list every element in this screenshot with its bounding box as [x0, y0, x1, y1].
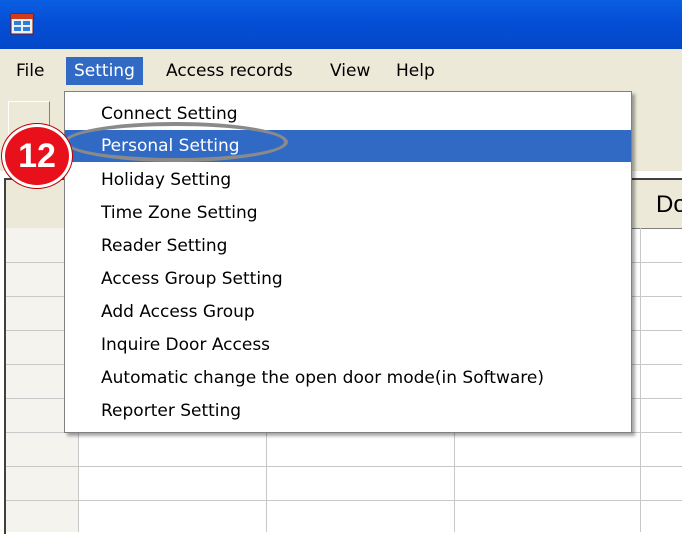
menu-item-access-group-setting[interactable]: Access Group Setting — [65, 263, 631, 295]
step-number-badge: 12 — [2, 124, 72, 188]
title-bar — [0, 0, 682, 49]
menu-item-reader-setting[interactable]: Reader Setting — [65, 230, 631, 262]
menu-item-reporter-setting[interactable]: Reporter Setting — [65, 395, 631, 427]
menu-item-inquire-door-access[interactable]: Inquire Door Access — [65, 329, 631, 361]
menu-item-personal-setting[interactable]: Personal Setting — [65, 130, 631, 162]
menu-access-records[interactable]: Access records — [158, 57, 301, 85]
menu-item-automatic-open-door-mode[interactable]: Automatic change the open door mode(in S… — [65, 362, 631, 394]
menu-view[interactable]: View — [322, 57, 378, 85]
menu-bar: File Setting Access records View Help — [0, 49, 682, 92]
menu-file[interactable]: File — [8, 57, 52, 85]
menu-setting[interactable]: Setting — [66, 57, 143, 85]
menu-help[interactable]: Help — [388, 57, 443, 85]
menu-item-connect-setting[interactable]: Connect Setting — [65, 98, 631, 130]
menu-item-time-zone-setting[interactable]: Time Zone Setting — [65, 197, 631, 229]
menu-item-add-access-group[interactable]: Add Access Group — [65, 296, 631, 328]
grid-column-divider — [640, 228, 641, 532]
grid-row-divider — [6, 500, 682, 501]
menu-item-holiday-setting[interactable]: Holiday Setting — [65, 164, 631, 196]
setting-dropdown-menu: Connect Setting Personal Setting Holiday… — [64, 91, 632, 433]
app-icon[interactable] — [10, 12, 34, 36]
grid-row-divider — [6, 466, 682, 467]
grid-column-header[interactable]: Do — [656, 190, 682, 220]
